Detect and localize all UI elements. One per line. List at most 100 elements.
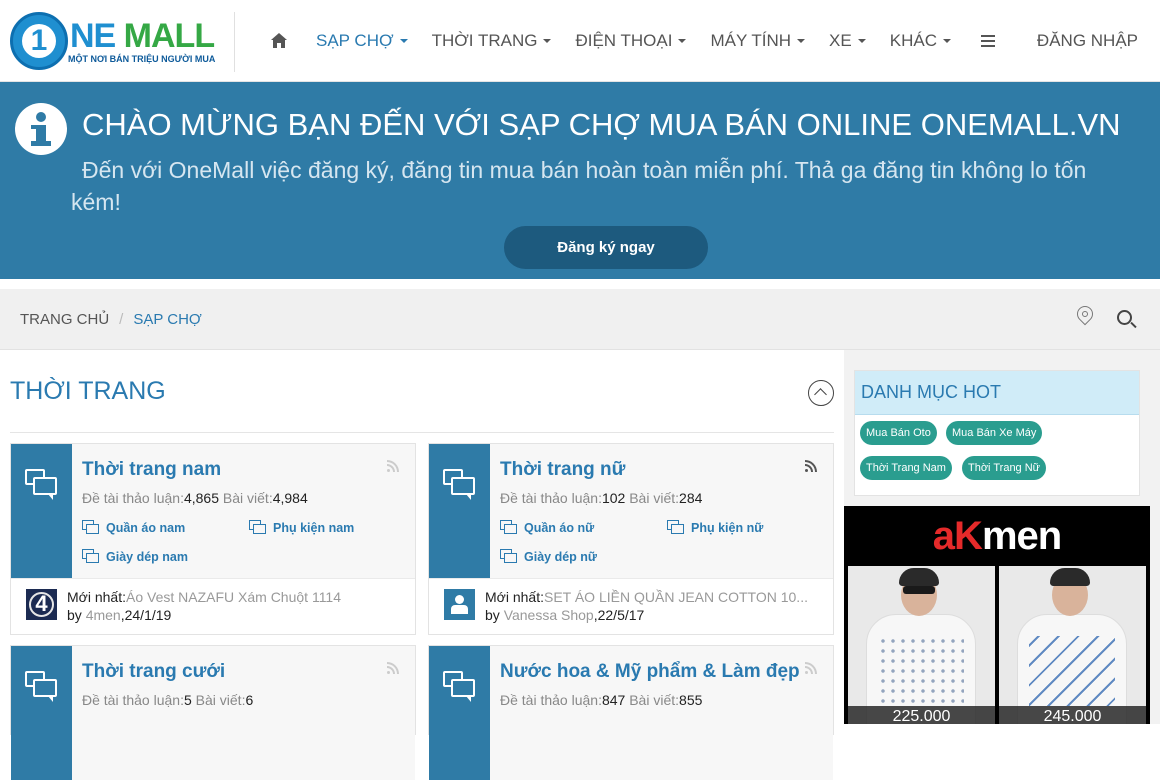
menu-icon	[980, 35, 995, 47]
location-pin-icon[interactable]	[1073, 302, 1097, 332]
posts-count: 6	[245, 692, 254, 708]
subforum-label: Phụ kiện nữ	[691, 520, 764, 535]
latest-post-user[interactable]: 4men	[86, 607, 121, 623]
nav-xe-label: XE	[829, 31, 852, 50]
latest-post-user[interactable]: Vanessa Shop	[504, 607, 594, 623]
chat-bubbles-icon	[443, 469, 477, 501]
shirt-pattern	[1029, 636, 1115, 706]
hot-tag[interactable]: Mua Bán Oto	[860, 421, 937, 445]
posts-count: 284	[679, 490, 703, 506]
banner-subtitle: Đến với OneMall việc đăng ký, đăng tin m…	[71, 157, 1087, 215]
rss-icon[interactable]	[387, 662, 399, 674]
by-label: by	[485, 607, 500, 623]
banner-title: CHÀO MỪNG BẠN ĐẾN VỚI SẠP CHỢ MUA BÁN ON…	[82, 107, 1121, 142]
site-logo[interactable]: 1 NE MALL MỘT NƠI BÁN TRIỆU NGƯỜI MUA	[10, 12, 220, 72]
product-price: 225.000	[848, 706, 995, 724]
logo-badge: 1	[10, 12, 68, 70]
subforum-label: Giày dép nữ	[524, 549, 597, 564]
forum-title[interactable]: Nước hoa & Mỹ phẩm & Làm đẹp	[500, 661, 800, 683]
ad-brand-a: a	[932, 514, 955, 558]
latest-label: Mới nhất:	[485, 589, 544, 605]
breadcrumb-current[interactable]: SẠP CHỢ	[133, 311, 201, 328]
hot-tag[interactable]: Thời Trang Nam	[860, 456, 952, 480]
search-icon[interactable]	[1117, 310, 1137, 330]
by-label: by	[67, 607, 82, 623]
subforum-link[interactable]: Phụ kiện nữ	[667, 520, 763, 535]
collapse-icon[interactable]	[808, 380, 834, 406]
subforum-icon	[82, 549, 100, 564]
forum-card: Thời trang nữ Đề tài thảo luận:102 Bài v…	[428, 443, 834, 635]
forum-side-bar	[11, 646, 72, 780]
forum-card: Nước hoa & Mỹ phẩm & Làm đẹp Đề tài thảo…	[428, 645, 834, 780]
hot-tag[interactable]: Thời Trang Nữ	[962, 456, 1047, 480]
forum-title[interactable]: Thời trang nam	[82, 459, 221, 481]
welcome-banner: CHÀO MỪNG BẠN ĐẾN VỚI SẠP CHỢ MUA BÁN ON…	[0, 82, 1160, 279]
ad-product[interactable]: 245.000	[999, 566, 1146, 724]
subforum-label: Quần áo nam	[106, 520, 186, 535]
logo-digit: 1	[22, 24, 56, 58]
ad-product[interactable]: 225.000	[848, 566, 995, 724]
posts-count: 855	[679, 692, 703, 708]
advertisement-banner[interactable]: aKmen 225.000 245.000	[844, 506, 1150, 724]
latest-post-title[interactable]: SET ÁO LIỀN QUẦN JEAN COTTON 10...	[544, 589, 808, 605]
chevron-down-icon	[399, 39, 408, 43]
sunglasses-icon	[903, 586, 935, 594]
subforum-link[interactable]: Quần áo nữ	[500, 520, 594, 535]
nav-home[interactable]	[258, 0, 304, 82]
subforum-link[interactable]: Giày dép nữ	[500, 549, 597, 564]
nav-sap-cho[interactable]: SẠP CHỢ	[304, 0, 420, 82]
info-icon	[15, 103, 67, 155]
breadcrumb-home[interactable]: TRANG CHỦ	[20, 311, 109, 328]
register-button[interactable]: Đăng ký ngay	[504, 226, 708, 269]
hot-tag[interactable]: Mua Bán Xe Máy	[946, 421, 1043, 445]
chevron-down-icon	[678, 39, 687, 43]
main-nav: SẠP CHỢ THỜI TRANG ĐIỆN THOẠI MÁY TÍNH X…	[258, 0, 1013, 82]
logo-wordmark-part2: MALL	[115, 17, 215, 55]
breadcrumb-separator: /	[119, 311, 124, 328]
subforum-icon	[249, 520, 267, 535]
subforum-link[interactable]: Phụ kiện nam	[249, 520, 354, 535]
chevron-down-icon	[543, 39, 552, 43]
avatar[interactable]	[444, 589, 475, 620]
latest-post: 4 Mới nhất:Áo Vest NAZAFU Xám Chuột 1114…	[11, 578, 415, 634]
avatar-glyph: 4	[35, 591, 48, 616]
chat-bubbles-icon	[25, 469, 59, 501]
forum-stats: Đề tài thảo luận:4,865 Bài viết:4,984	[82, 490, 308, 506]
rss-icon[interactable]	[387, 460, 399, 472]
subforum-icon	[82, 520, 100, 535]
posts-label: Bài viết:	[222, 490, 273, 506]
rss-icon[interactable]	[805, 662, 817, 674]
section-title[interactable]: THỜI TRANG	[10, 377, 166, 406]
forum-title[interactable]: Thời trang cưới	[82, 661, 225, 683]
subforum-label: Quần áo nữ	[524, 520, 595, 535]
nav-thoi-trang[interactable]: THỜI TRANG	[420, 0, 564, 82]
nav-may-tinh[interactable]: MÁY TÍNH	[698, 0, 817, 82]
main-content: THỜI TRANG Thời trang nam Đề tài thảo lu…	[0, 350, 844, 780]
posts-label: Bài viết:	[195, 692, 246, 708]
header-divider	[234, 12, 235, 72]
subforum-link[interactable]: Giày dép nam	[82, 549, 188, 564]
nav-dien-thoai[interactable]: ĐIỆN THOẠI	[563, 0, 698, 82]
ad-brand-logo: aKmen	[844, 514, 1150, 559]
nav-thoi-trang-label: THỜI TRANG	[431, 31, 538, 50]
nav-khac[interactable]: KHÁC	[878, 0, 963, 82]
subforum-icon	[500, 520, 518, 535]
chat-bubbles-icon	[25, 671, 59, 703]
forum-card: Thời trang nam Đề tài thảo luận:4,865 Bà…	[10, 443, 416, 635]
login-link[interactable]: ĐĂNG NHẬP	[1037, 0, 1138, 82]
forum-side-bar	[429, 444, 490, 578]
product-price: 245.000	[999, 706, 1146, 724]
nav-more-menu[interactable]	[963, 0, 1013, 82]
nav-xe[interactable]: XE	[817, 0, 878, 82]
rss-icon[interactable]	[805, 460, 817, 472]
latest-post-title[interactable]: Áo Vest NAZAFU Xám Chuột 1114	[126, 589, 341, 605]
chevron-down-icon	[857, 39, 866, 43]
hot-categories-box: DANH MỤC HOT Mua Bán Oto Mua Bán Xe Máy …	[854, 370, 1140, 496]
home-icon	[270, 33, 288, 49]
forum-stats: Đề tài thảo luận:102 Bài viết:284	[500, 490, 702, 506]
topics-count: 102	[601, 490, 626, 506]
subforum-link[interactable]: Quần áo nam	[82, 520, 185, 535]
forum-title[interactable]: Thời trang nữ	[500, 459, 625, 481]
logo-wordmark: NE MALL	[70, 17, 215, 55]
avatar[interactable]: 4	[26, 589, 57, 620]
